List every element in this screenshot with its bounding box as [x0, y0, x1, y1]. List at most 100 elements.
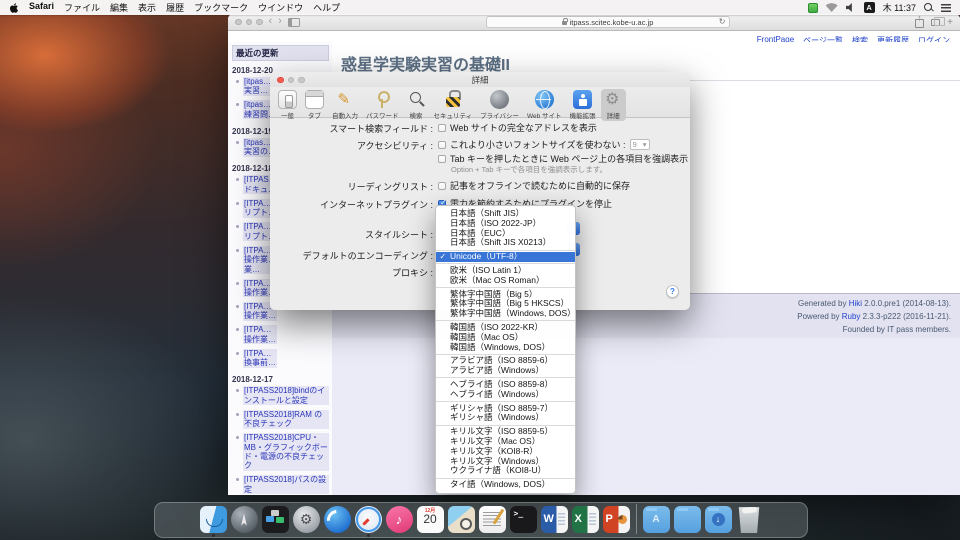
prefs-tab-label: 検索	[410, 110, 423, 120]
menu-item[interactable]: ヘルプ	[313, 1, 340, 14]
thunderbird-icon[interactable]	[324, 506, 351, 533]
sidebar-link[interactable]: [ITPASS2018]bindのインストールと設定	[243, 386, 329, 407]
minimize-button[interactable]	[246, 19, 253, 26]
prefs-tab-label: 自動入力	[332, 110, 358, 120]
minimize-button[interactable]	[288, 77, 295, 84]
terminal-icon[interactable]: >_	[510, 506, 537, 533]
menu-item[interactable]: ウインドウ	[258, 1, 303, 14]
reload-icon[interactable]: ↻	[719, 17, 726, 26]
share-icon[interactable]	[915, 19, 924, 28]
close-button[interactable]	[277, 77, 284, 84]
mission-control-icon[interactable]	[262, 506, 289, 533]
sidebar-link[interactable]: [ITPASS2018]RAM の不良チェック	[243, 410, 329, 431]
sidebar-header[interactable]: 最近の更新	[232, 45, 329, 61]
prefs-tab-autofill[interactable]: 自動入力	[329, 89, 361, 121]
menu-item[interactable]: ファイル	[64, 1, 100, 14]
prefs-titlebar[interactable]: 詳細	[270, 72, 690, 87]
powerpoint-icon[interactable]: P	[603, 506, 630, 533]
dock-item	[446, 502, 477, 537]
font-size-select[interactable]: 9 ▾	[630, 139, 650, 150]
close-button[interactable]	[235, 19, 242, 26]
prefs-tab-passwords[interactable]: パスワード	[363, 89, 402, 121]
sidebar-toggle-icon[interactable]	[288, 18, 300, 27]
checkbox[interactable]	[438, 155, 446, 163]
dock-separator[interactable]	[636, 504, 637, 534]
zoom-button[interactable]	[256, 19, 263, 26]
apple-menu[interactable]	[9, 2, 19, 14]
window-controls	[235, 19, 263, 26]
forward-button[interactable]: ›	[278, 16, 282, 26]
prefs-tab-websites[interactable]: Web サイト	[524, 89, 565, 121]
menu-item[interactable]: ブックマーク	[194, 1, 248, 14]
sidebar-link-text[interactable]: [ITPA… 操作業…	[243, 325, 277, 344]
encoding-menu-item[interactable]: ウクライナ語（KOI8-U）	[436, 466, 575, 476]
encoding-menu-item[interactable]: 欧米（Mac OS Roman）	[436, 276, 575, 286]
launchpad-icon[interactable]	[231, 506, 258, 533]
applications-folder-icon[interactable]: A	[643, 506, 670, 533]
checkbox-label: 記事をオフラインで読むために自動的に保存	[450, 179, 630, 192]
tab-overview-icon[interactable]	[931, 19, 940, 26]
dock-item: P	[601, 502, 632, 537]
zoom-button[interactable]	[298, 77, 305, 84]
prefs-tab-advanced[interactable]: 詳細	[601, 89, 626, 121]
prefs-tab-tabs[interactable]: タブ	[302, 89, 327, 121]
sidebar-link-text[interactable]: [itpas… 実習…	[243, 77, 272, 96]
menu-item[interactable]: 編集	[110, 1, 128, 14]
word-icon[interactable]: W	[541, 506, 568, 533]
sidebar-link[interactable]: [ITPASS2018]パスの設定	[243, 475, 329, 495]
menu-item[interactable]: 表示	[138, 1, 156, 14]
downloads-folder-icon[interactable]: ↓	[705, 506, 732, 533]
encoding-menu-item[interactable]: ✓ Unicode（UTF-8）	[436, 252, 575, 262]
sidebar-link-text[interactable]: [ITPASS2018]RAM の不良チェック	[243, 410, 329, 429]
prefs-tab-extensions[interactable]: 機能拡張	[567, 89, 599, 121]
volume-icon[interactable]	[846, 3, 856, 12]
help-button[interactable]: ?	[666, 285, 679, 298]
ruby-link[interactable]: Ruby	[842, 312, 861, 321]
encoding-menu-item[interactable]: ヘブライ語（Windows）	[436, 390, 575, 400]
checkbox[interactable]	[438, 141, 446, 149]
excel-icon[interactable]: X	[572, 506, 599, 533]
preview-icon[interactable]	[448, 506, 475, 533]
back-button[interactable]: ‹	[269, 16, 273, 26]
new-tab-button[interactable]: +	[947, 17, 953, 28]
address-bar[interactable]: itpass.scitec.kobe-u.ac.jp ↻	[486, 16, 730, 28]
dock-item: ♪	[384, 502, 415, 537]
menu-item[interactable]: Safari	[29, 1, 54, 14]
safari-icon[interactable]	[355, 506, 382, 533]
sidebar-link[interactable]: [ITPASS2018]CPU・MB・グラフィックボード・電源の不良チェック	[243, 433, 329, 473]
encoding-menu-item[interactable]: 繁体字中国語（Windows, DOS）	[436, 309, 575, 319]
itunes-icon[interactable]: ♪	[386, 506, 413, 533]
notification-center-icon[interactable]	[941, 4, 951, 12]
sidebar-link[interactable]: [ITPA… 操作業…	[243, 325, 329, 346]
encoding-menu-item[interactable]: 日本語（Shift JIS X0213）	[436, 238, 575, 248]
encoding-menu-item[interactable]: タイ語（Windows, DOS）	[436, 480, 575, 490]
encoding-menu-item[interactable]: 韓国語（Windows, DOS）	[436, 343, 575, 353]
calendar-icon[interactable]: 12月 20	[417, 506, 444, 533]
encoding-menu-item[interactable]: アラビア語（Windows）	[436, 366, 575, 376]
checkbox[interactable]	[438, 124, 446, 132]
system-preferences-icon[interactable]: ⚙	[293, 506, 320, 533]
menu-bar-clock[interactable]: 木 11:37	[883, 1, 916, 14]
sidebar-link-text[interactable]: [ITPA… 換事前…	[243, 349, 277, 368]
sidebar-link-text[interactable]: [ITPASS2018]bindのインストールと設定	[243, 386, 329, 405]
hiki-link[interactable]: Hiki	[849, 299, 862, 308]
input-source-icon[interactable]: A	[864, 2, 875, 13]
wifi-icon[interactable]	[826, 3, 838, 12]
menu-item[interactable]: 履歴	[166, 1, 184, 14]
spotlight-icon[interactable]	[924, 3, 933, 12]
prefs-tab-label: 機能拡張	[570, 110, 596, 120]
documents-folder-icon[interactable]	[674, 506, 701, 533]
encoding-menu-item[interactable]: ギリシャ語（Windows）	[436, 413, 575, 423]
finder-icon[interactable]	[200, 506, 227, 533]
sidebar-link-text[interactable]: [ITPASS2018]CPU・MB・グラフィックボード・電源の不良チェック	[243, 433, 329, 471]
checkbox[interactable]	[438, 182, 446, 190]
prefs-tab-general[interactable]: 一般	[275, 89, 300, 121]
sidebar-link[interactable]: [ITPA… 換事前…	[243, 349, 329, 370]
trash-icon[interactable]	[736, 506, 763, 533]
status-app-icon[interactable]	[808, 3, 818, 13]
textedit-icon[interactable]	[479, 506, 506, 533]
prefs-tab-search[interactable]: 検索	[404, 89, 429, 121]
sidebar-link-text[interactable]: [ITPASS2018]パスの設定	[243, 475, 329, 494]
prefs-tab-security[interactable]: セキュリティ	[431, 89, 476, 121]
prefs-tab-privacy[interactable]: プライバシー	[477, 89, 522, 121]
